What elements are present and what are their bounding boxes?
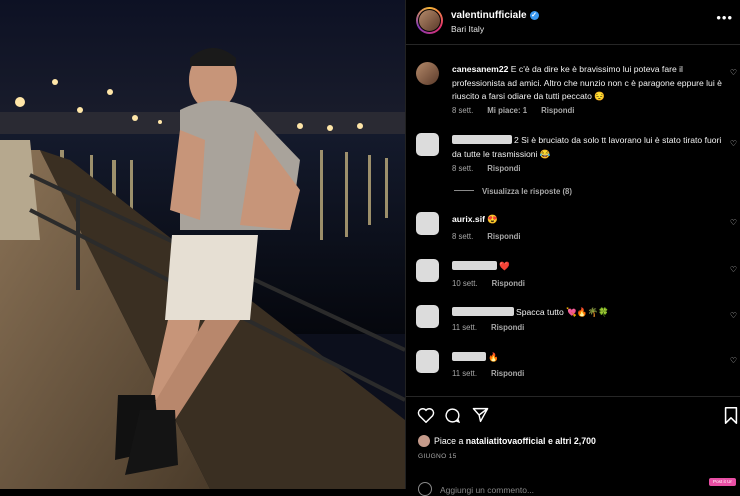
add-comment-input[interactable]: Aggiungi un commento... — [440, 485, 534, 495]
likes-count[interactable]: e altri 2,700 — [548, 436, 596, 446]
redacted-username — [452, 352, 486, 361]
emoji-icon[interactable] — [418, 482, 432, 496]
comment-heart-icon[interactable]: ♡ — [730, 356, 737, 365]
post-image — [0, 0, 405, 489]
post-header: valentinufficiale ✓ Bari Italy ••• — [406, 0, 740, 45]
post-actions: Piace a nataliatitovaofficial e altri 2,… — [406, 396, 740, 496]
comment-time[interactable]: 11 sett. — [452, 323, 477, 332]
comment-likes[interactable]: Mi piace: 1 — [487, 106, 527, 115]
post-photo[interactable] — [0, 0, 405, 489]
commenter-avatar[interactable] — [416, 305, 439, 328]
reply-button[interactable]: Rispondi — [492, 279, 525, 288]
story-ring[interactable] — [416, 7, 443, 34]
comment-heart-icon[interactable]: ♡ — [730, 68, 737, 77]
post-side-panel: valentinufficiale ✓ Bari Italy ••• canesa… — [405, 0, 740, 496]
paper-plane-icon[interactable] — [472, 407, 489, 423]
comment-heart-icon[interactable]: ♡ — [730, 265, 737, 274]
commenter-name[interactable]: canesanem22 — [452, 64, 508, 74]
bookmark-icon[interactable] — [724, 407, 738, 424]
comment-text: 🔥 — [452, 351, 724, 365]
comment-body: 🔥 — [488, 352, 499, 362]
comment-meta: 10 sett. Rispondi — [452, 279, 539, 288]
heart-outline-icon[interactable] — [417, 407, 435, 423]
comment-body: Spacca tutto 💘🔥🌴🍀 — [516, 307, 609, 317]
liker-username[interactable]: nataliatitovaofficial — [466, 436, 546, 446]
post-location[interactable]: Bari Italy — [451, 24, 484, 34]
view-replies-button[interactable]: Visualizza le risposte (8) — [454, 187, 572, 196]
likes-summary: Piace a nataliatitovaofficial e altri 2,… — [418, 435, 596, 447]
add-comment-row[interactable]: Aggiungi un commento... — [418, 482, 534, 496]
comment-body: 😍 — [487, 214, 499, 224]
commenter-avatar[interactable] — [416, 62, 439, 85]
reply-button[interactable]: Rispondi — [491, 323, 524, 332]
reply-button[interactable]: Rispondi — [541, 106, 574, 115]
redacted-username — [452, 307, 514, 316]
liker-avatar — [418, 435, 430, 447]
commenter-name[interactable]: aurix.sif — [452, 214, 485, 224]
comment-text: Spacca tutto 💘🔥🌴🍀 — [452, 306, 724, 320]
commenter-avatar[interactable] — [416, 259, 439, 282]
reply-button[interactable]: Rispondi — [487, 164, 520, 173]
view-replies-label[interactable]: Visualizza le risposte (8) — [482, 187, 572, 196]
comment-heart-icon[interactable]: ♡ — [730, 139, 737, 148]
replies-line — [454, 190, 474, 191]
reply-button[interactable]: Rispondi — [491, 369, 524, 378]
comment-meta: 11 sett. Rispondi — [452, 369, 538, 378]
verified-badge-icon: ✓ — [529, 11, 539, 20]
comment-time[interactable]: 8 sett. — [452, 164, 473, 173]
comment-body: ❤️ — [499, 261, 510, 271]
commenter-avatar[interactable] — [416, 212, 439, 235]
comment-time[interactable]: 11 sett. — [452, 369, 477, 378]
comment-text: ❤️ — [452, 260, 724, 274]
comment-text: 2 Si è bruciato da solo tt lavorano lui … — [452, 134, 724, 161]
comment-heart-icon[interactable]: ♡ — [730, 218, 737, 227]
comment-text: canesanem22 E c'è da dire ke è bravissim… — [452, 63, 724, 104]
comment-meta: 8 sett. Rispondi — [452, 232, 535, 241]
comment-time[interactable]: 10 sett. — [452, 279, 478, 288]
post-date[interactable]: GIUGNO 15 — [418, 453, 457, 460]
watermark-badge: Post it Ur — [709, 478, 736, 486]
redacted-username — [452, 261, 497, 270]
likes-prefix: Piace a — [434, 436, 464, 446]
comment-meta: 11 sett. Rispondi — [452, 323, 538, 332]
post-username[interactable]: valentinufficiale ✓ — [451, 10, 539, 21]
more-horizontal-icon[interactable]: ••• — [716, 10, 733, 25]
comment-bubble-icon[interactable] — [444, 407, 461, 424]
comment-heart-icon[interactable]: ♡ — [730, 311, 737, 320]
commenter-avatar[interactable] — [416, 350, 439, 373]
comment-time[interactable]: 8 sett. — [452, 106, 473, 115]
username-link[interactable]: valentinufficiale — [451, 10, 527, 21]
comment-meta: 8 sett. Mi piace: 1 Rispondi — [452, 106, 588, 115]
redacted-username — [452, 135, 512, 144]
reply-button[interactable]: Rispondi — [487, 232, 520, 241]
comment-text: aurix.sif 😍 — [452, 213, 724, 227]
avatar[interactable] — [418, 9, 441, 32]
commenter-avatar[interactable] — [416, 133, 439, 156]
comment-time[interactable]: 8 sett. — [452, 232, 473, 241]
comment-meta: 8 sett. Rispondi — [452, 164, 535, 173]
